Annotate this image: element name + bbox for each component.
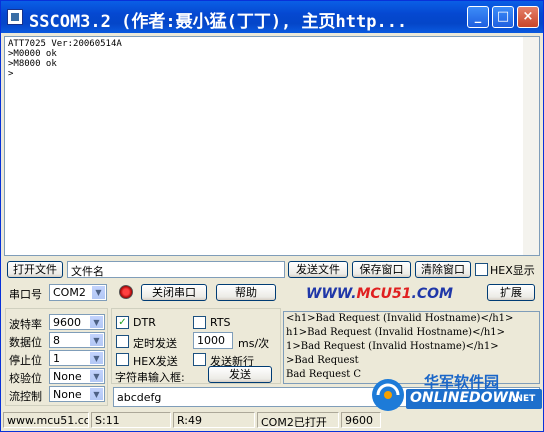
flow-control-value: None [53,388,82,401]
send-button[interactable]: 发送 [208,366,272,383]
watermark-logo: 华军软件园 ONLINEDOWN .NET [366,369,542,413]
baud-label: 波特率 [9,318,42,331]
chevron-down-icon[interactable]: ▼ [89,351,104,365]
window-title: SSCOM3.2 (作者:聂小猛(丁丁), 主页http... [29,12,408,32]
rts-label: RTS [210,316,231,329]
close-button[interactable]: × [517,6,539,28]
flow-control-select[interactable]: None ▼ [49,386,105,402]
watermark-cn: 华军软件园 [424,373,500,391]
log-line: h1>Bad Request (Invalid Hostname)</h1> [286,327,506,338]
watermark-suffix: .NET [512,394,536,404]
save-window-button[interactable]: 保存窗口 [352,261,411,278]
parity-select[interactable]: None ▼ [49,368,105,384]
clear-window-button[interactable]: 清除窗口 [415,261,471,278]
status-bar: www.mcu51.cor S:11 R:49 COM2已打开 9600 [1,410,543,431]
chevron-down-icon[interactable]: ▼ [89,315,104,329]
input-label: 字符串输入框: [115,371,185,384]
app-icon [7,9,23,25]
stop-bits-value: 1 [53,352,60,365]
chevron-down-icon[interactable]: ▼ [89,387,104,401]
receive-text: ATT7025 Ver:20060514A >M0000 ok >M8000 o… [8,39,122,79]
hex-send-label: HEX发送 [133,355,178,368]
log-line: 1>Bad Request (Invalid Hostname)</h1> [286,341,499,352]
stop-bits-select[interactable]: 1 ▼ [49,350,105,366]
chevron-down-icon[interactable]: ▼ [89,369,104,383]
data-bits-label: 数据位 [9,336,42,349]
minimize-button[interactable]: _ [467,6,489,28]
main-window: SSCOM3.2 (作者:聂小猛(丁丁), 主页http... _ □ × AT… [0,0,544,432]
maximize-button[interactable]: □ [492,6,514,28]
parity-label: 校验位 [9,372,42,385]
interval-input[interactable]: 1000 [193,332,233,349]
flow-control-label: 流控制 [9,390,42,403]
baud-value: 9600 [53,316,81,329]
site-link[interactable]: WWW.MCU51.COM [306,286,453,302]
send-newline-checkbox[interactable] [193,353,206,366]
parity-value: None [53,370,82,383]
baud-select[interactable]: 9600 ▼ [49,314,105,330]
open-file-button[interactable]: 打开文件 [7,261,63,278]
help-button[interactable]: 帮助 [216,284,276,301]
site-prefix: WWW. [306,286,357,302]
stop-bits-label: 停止位 [9,354,42,367]
title-bar[interactable]: SSCOM3.2 (作者:聂小猛(丁丁), 主页http... _ □ × [1,1,543,33]
watermark-en: ONLINEDOWN [410,390,520,406]
rts-checkbox[interactable] [193,316,206,329]
port-select[interactable]: COM2 ▼ [49,284,107,301]
status-baud: 9600 [341,412,381,428]
interval-unit: ms/次 [238,337,270,350]
close-port-button[interactable]: 关闭串口 [141,284,207,301]
dtr-label: DTR [133,316,156,329]
site-name: MCU51 [356,286,412,302]
file-name-field[interactable]: 文件名 [67,261,285,278]
timed-send-label: 定时发送 [133,337,177,350]
status-port-state: COM2已打开 [257,412,339,428]
port-status-led-icon [119,285,133,299]
timed-send-checkbox[interactable] [116,335,129,348]
receive-area[interactable]: ATT7025 Ver:20060514A >M0000 ok >M8000 o… [4,36,540,256]
chevron-down-icon[interactable]: ▼ [91,285,106,300]
log-line: >Bad Request [286,355,359,366]
data-bits-select[interactable]: 8 ▼ [49,332,105,348]
status-received: R:49 [173,412,255,428]
receive-scrollbar[interactable] [523,37,539,255]
port-label: 串口号 [9,288,42,301]
send-file-button[interactable]: 发送文件 [288,261,348,278]
dtr-checkbox[interactable]: ✓ [116,316,129,329]
hex-send-checkbox[interactable] [116,353,129,366]
status-site: www.mcu51.cor [3,412,89,428]
log-line: <h1>Bad Request (Invalid Hostname)</h1> [286,313,514,324]
expand-button[interactable]: 扩展 [487,284,535,301]
status-sent: S:11 [91,412,171,428]
chevron-down-icon[interactable]: ▼ [89,333,104,347]
data-bits-value: 8 [53,334,60,347]
hex-display-label: HEX显示 [490,264,535,277]
site-suffix: .COM [411,286,453,302]
port-value: COM2 [53,286,86,299]
hex-display-checkbox[interactable] [475,263,488,276]
